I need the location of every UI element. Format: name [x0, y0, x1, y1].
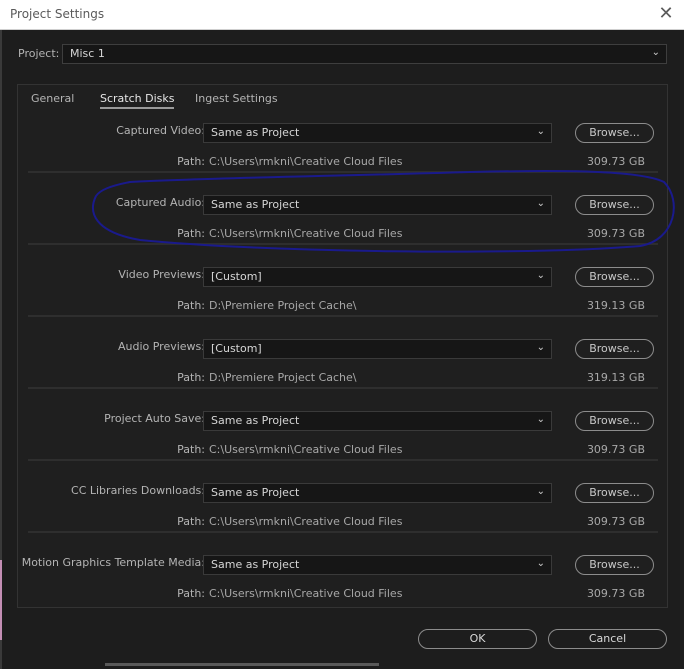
disk-location-value: [Custom] [211, 342, 262, 355]
disk-location-value: Same as Project [211, 558, 300, 571]
cancel-button[interactable]: Cancel [548, 629, 667, 649]
browse-button[interactable]: Browse... [575, 195, 654, 215]
section-divider [28, 315, 658, 317]
disk-location-value: Same as Project [211, 198, 300, 211]
disk-location-value: [Custom] [211, 270, 262, 283]
scratch-disk-row: Project Auto Save: Same as Project ⌄ Browse… [28, 387, 658, 460]
path-label: Path: [177, 587, 205, 600]
background-strip-accent [0, 560, 2, 640]
section-divider [28, 459, 658, 461]
close-icon[interactable]: ✕ [656, 4, 676, 24]
scratch-disk-row: Audio Previews: [Custom] ⌄ Browse... Path: D:… [28, 315, 658, 388]
disk-label: Captured Video: [116, 124, 205, 137]
browse-button[interactable]: Browse... [575, 483, 654, 503]
disk-location-select[interactable]: Same as Project ⌄ [203, 123, 552, 143]
chevron-down-icon: ⌄ [536, 558, 545, 569]
project-label: Project: [18, 47, 60, 60]
path-value: D:\Premiere Project Cache\ [209, 371, 357, 384]
disk-label: Captured Audio: [115, 196, 205, 209]
browse-button[interactable]: Browse... [575, 411, 654, 431]
chevron-down-icon: ⌄ [536, 414, 545, 425]
path-value: C:\Users\rmkni\Creative Cloud Files [209, 443, 403, 456]
free-space-value: 309.73 GB [586, 227, 645, 240]
disk-location-select[interactable]: [Custom] ⌄ [203, 339, 552, 359]
disk-location-select[interactable]: Same as Project ⌄ [203, 411, 552, 431]
path-value: C:\Users\rmkni\Creative Cloud Files [209, 227, 403, 240]
ok-button[interactable]: OK [418, 629, 537, 649]
free-space-value: 309.73 GB [586, 587, 645, 600]
disk-location-value: Same as Project [211, 126, 300, 139]
disk-location-value: Same as Project [211, 486, 300, 499]
disk-label: CC Libraries Downloads: [71, 484, 205, 497]
disk-location-select[interactable]: Same as Project ⌄ [203, 195, 552, 215]
free-space-value: 309.73 GB [586, 515, 645, 528]
chevron-down-icon: ⌄ [536, 486, 545, 497]
chevron-down-icon: ⌄ [536, 126, 545, 137]
path-label: Path: [177, 227, 205, 240]
disk-label: Motion Graphics Template Media: [21, 556, 205, 569]
section-divider [28, 531, 658, 533]
browse-button[interactable]: Browse... [575, 555, 654, 575]
chevron-down-icon: ⌄ [536, 342, 545, 353]
title-bar: Project Settings ✕ [0, 0, 684, 30]
scratch-disk-row: Video Previews: [Custom] ⌄ Browse... Path: D:… [28, 243, 658, 316]
section-divider [28, 387, 658, 389]
path-label: Path: [177, 371, 205, 384]
disk-label: Video Previews: [118, 268, 205, 281]
path-label: Path: [177, 299, 205, 312]
disk-location-value: Same as Project [211, 414, 300, 427]
scratch-disk-row: Captured Video: Same as Project ⌄ Browse...… [28, 100, 658, 172]
window-title: Project Settings [10, 7, 105, 21]
settings-panel: General Scratch Disks Ingest Settings Ca… [17, 84, 668, 608]
free-space-value: 319.13 GB [586, 371, 645, 384]
project-row: Project: Misc 1 ⌄ [18, 44, 668, 64]
disk-label: Project Auto Save: [104, 412, 205, 425]
chevron-down-icon: ⌄ [536, 198, 545, 209]
path-value: D:\Premiere Project Cache\ [209, 299, 357, 312]
path-value: C:\Users\rmkni\Creative Cloud Files [209, 155, 403, 168]
scratch-disk-row: CC Libraries Downloads: Same as Project ⌄ B… [28, 459, 658, 532]
free-space-value: 309.73 GB [586, 155, 645, 168]
project-select-value: Misc 1 [70, 47, 105, 60]
free-space-value: 309.73 GB [586, 443, 645, 456]
path-label: Path: [177, 155, 205, 168]
browse-button[interactable]: Browse... [575, 123, 654, 143]
path-label: Path: [177, 515, 205, 528]
browse-button[interactable]: Browse... [575, 339, 654, 359]
scratch-disk-row: Motion Graphics Template Media: Same as P… [22, 531, 658, 604]
scroll-indicator [105, 663, 379, 666]
project-select[interactable]: Misc 1 ⌄ [62, 44, 667, 64]
scratch-disk-row: Captured Audio: Same as Project ⌄ Browse...… [28, 171, 658, 244]
free-space-value: 319.13 GB [586, 299, 645, 312]
section-divider [28, 171, 658, 173]
path-value: C:\Users\rmkni\Creative Cloud Files [209, 587, 403, 600]
browse-button[interactable]: Browse... [575, 267, 654, 287]
disk-location-select[interactable]: [Custom] ⌄ [203, 267, 552, 287]
path-value: C:\Users\rmkni\Creative Cloud Files [209, 515, 403, 528]
path-label: Path: [177, 443, 205, 456]
chevron-down-icon: ⌄ [651, 47, 660, 58]
disk-location-select[interactable]: Same as Project ⌄ [203, 483, 552, 503]
chevron-down-icon: ⌄ [536, 270, 545, 281]
section-divider [28, 243, 658, 245]
disk-label: Audio Previews: [117, 340, 205, 353]
disk-location-select[interactable]: Same as Project ⌄ [203, 555, 552, 575]
